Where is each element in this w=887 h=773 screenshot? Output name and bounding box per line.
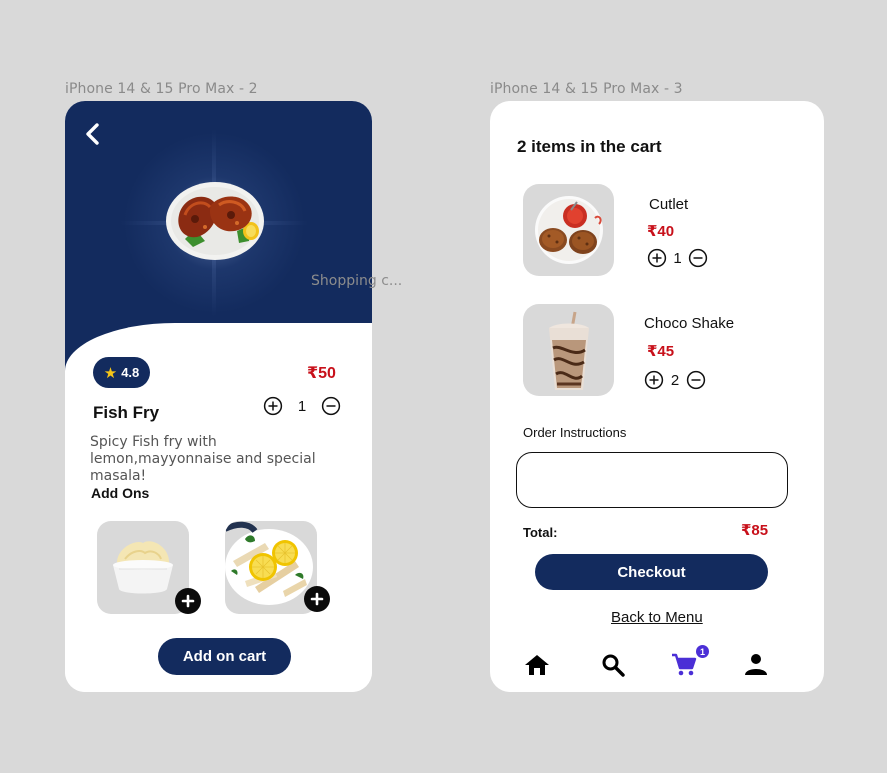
frame-label-left: iPhone 14 & 15 Pro Max - 2 — [65, 81, 258, 97]
profile-icon — [745, 654, 767, 675]
nav-profile[interactable] — [742, 650, 770, 678]
total-value: ₹85 — [741, 522, 769, 539]
decrease-button[interactable] — [688, 248, 708, 268]
checkout-button[interactable]: Checkout — [535, 554, 768, 590]
cart-item-name: Choco Shake — [644, 315, 735, 332]
cart-item-price: ₹40 — [647, 223, 675, 240]
cart-item-image — [523, 304, 614, 396]
plus-circle-icon — [647, 248, 667, 268]
star-icon: ★ — [103, 364, 118, 382]
addon-card-mayonnaise[interactable] — [97, 521, 201, 614]
plus-icon — [310, 592, 324, 606]
product-description: Spicy Fish fry with lemon,mayyonnaise an… — [90, 434, 316, 484]
cart-item-image — [523, 184, 614, 276]
cart-item-stepper: 2 — [644, 370, 706, 390]
quantity-stepper: 1 — [263, 396, 341, 416]
nav-search[interactable] — [599, 651, 627, 679]
back-button[interactable] — [79, 121, 105, 147]
product-detail-screen: ★ 4.8 ₹50 Fish Fry 1 Spicy Fish fry with… — [65, 101, 372, 692]
nav-home[interactable] — [523, 651, 551, 679]
add-addon-button[interactable] — [304, 586, 330, 612]
addon-card-lemon-fries[interactable] — [225, 521, 330, 614]
product-price: ₹50 — [307, 365, 336, 382]
quantity-value: 2 — [670, 371, 680, 389]
cart-screen: 2 items in the cart Cutlet ₹40 1 Choco S… — [490, 101, 824, 692]
increase-button[interactable] — [644, 370, 664, 390]
quantity-value: 1 — [673, 249, 682, 267]
decrease-button[interactable] — [686, 370, 706, 390]
minus-circle-icon — [321, 396, 341, 416]
choco-shake-image — [549, 311, 589, 390]
home-icon — [525, 655, 549, 675]
minus-circle-icon — [686, 370, 706, 390]
fish-fry-image — [166, 182, 264, 260]
increase-button[interactable] — [647, 248, 667, 268]
chevron-left-icon — [86, 123, 99, 145]
back-to-menu-link[interactable]: Back to Menu — [611, 609, 703, 626]
plus-circle-icon — [263, 396, 283, 416]
minus-circle-icon — [688, 248, 708, 268]
plus-icon — [181, 594, 195, 608]
cart-title: 2 items in the cart — [517, 137, 662, 156]
rating-value: 4.8 — [121, 365, 140, 380]
plus-circle-icon — [644, 370, 664, 390]
cart-item-name: Cutlet — [649, 196, 689, 213]
nav-cart[interactable] — [670, 651, 698, 679]
order-instructions-label: Order Instructions — [523, 425, 627, 440]
cart-icon — [672, 653, 697, 676]
cart-item-price: ₹45 — [647, 343, 675, 360]
increase-button[interactable] — [263, 396, 283, 416]
total-label: Total: — [523, 525, 558, 540]
decrease-button[interactable] — [321, 396, 341, 416]
order-instructions-input[interactable] — [516, 452, 788, 508]
quantity-value: 1 — [297, 397, 307, 415]
addons-title: Add Ons — [91, 485, 150, 501]
add-addon-button[interactable] — [175, 588, 201, 614]
search-icon — [602, 654, 625, 677]
frame-label-shopping-cart: Shopping c... — [311, 273, 403, 289]
cutlet-plate-image — [535, 196, 603, 264]
add-to-cart-button[interactable]: Add on cart — [158, 638, 291, 675]
cart-item-stepper: 1 — [647, 248, 708, 268]
product-name: Fish Fry — [93, 403, 160, 422]
frame-label-right: iPhone 14 & 15 Pro Max - 3 — [490, 81, 683, 97]
rating-badge: ★ 4.8 — [93, 357, 150, 388]
cart-count-badge: 1 — [696, 645, 709, 658]
